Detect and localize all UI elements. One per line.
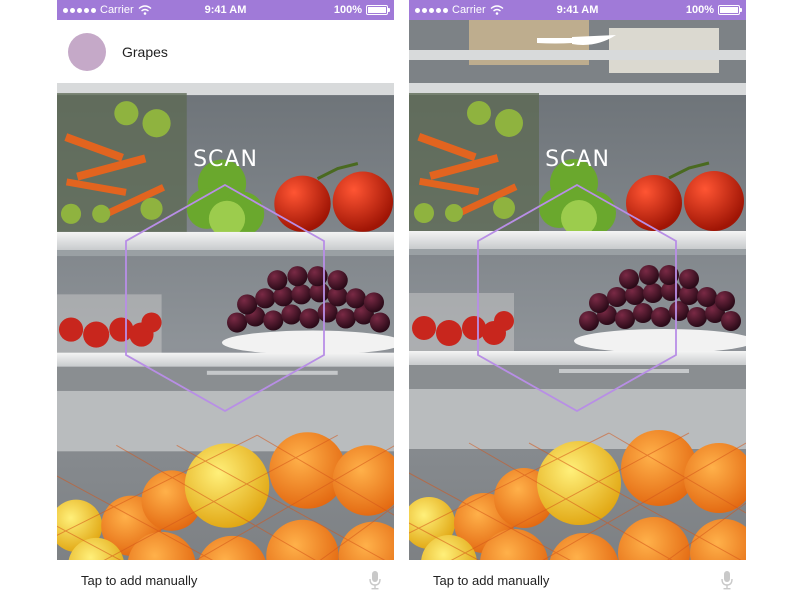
add-manually-prompt[interactable]: Tap to add manually	[433, 573, 549, 588]
scan-label: SCAN	[545, 147, 610, 172]
knife-icon	[537, 35, 616, 45]
battery-percent: 100%	[685, 4, 714, 16]
status-bar: Carrier 9:41 AM 100%	[57, 0, 394, 20]
mic-icon[interactable]	[720, 570, 734, 590]
signal-icon	[63, 7, 96, 13]
scan-frame-hexagon	[477, 184, 677, 412]
wifi-icon	[490, 5, 504, 15]
mic-icon[interactable]	[368, 570, 382, 590]
carrier-label: Carrier	[452, 4, 486, 16]
status-bar: Carrier 9:41 AM 100%	[409, 0, 746, 20]
battery-icon	[718, 5, 742, 15]
carrier-label: Carrier	[100, 4, 134, 16]
detected-item-header[interactable]: Grapes	[57, 20, 394, 83]
add-manually-prompt[interactable]: Tap to add manually	[81, 573, 197, 588]
scan-frame-hexagon	[125, 184, 325, 412]
manual-entry-bar[interactable]: Tap to add manually	[57, 560, 394, 600]
phone-screen-scanning: Carrier 9:41 AM 100% SCAN Tap to add man…	[409, 0, 746, 600]
phone-screen-detected: Carrier 9:41 AM 100% Grapes SCAN Tap to …	[57, 0, 394, 600]
battery-icon	[366, 5, 390, 15]
wifi-icon	[138, 5, 152, 15]
scan-label: SCAN	[193, 147, 258, 172]
item-avatar	[68, 32, 106, 71]
signal-icon	[415, 7, 448, 13]
manual-entry-bar[interactable]: Tap to add manually	[409, 560, 746, 600]
battery-percent: 100%	[333, 4, 362, 16]
detected-item-name: Grapes	[122, 43, 168, 60]
